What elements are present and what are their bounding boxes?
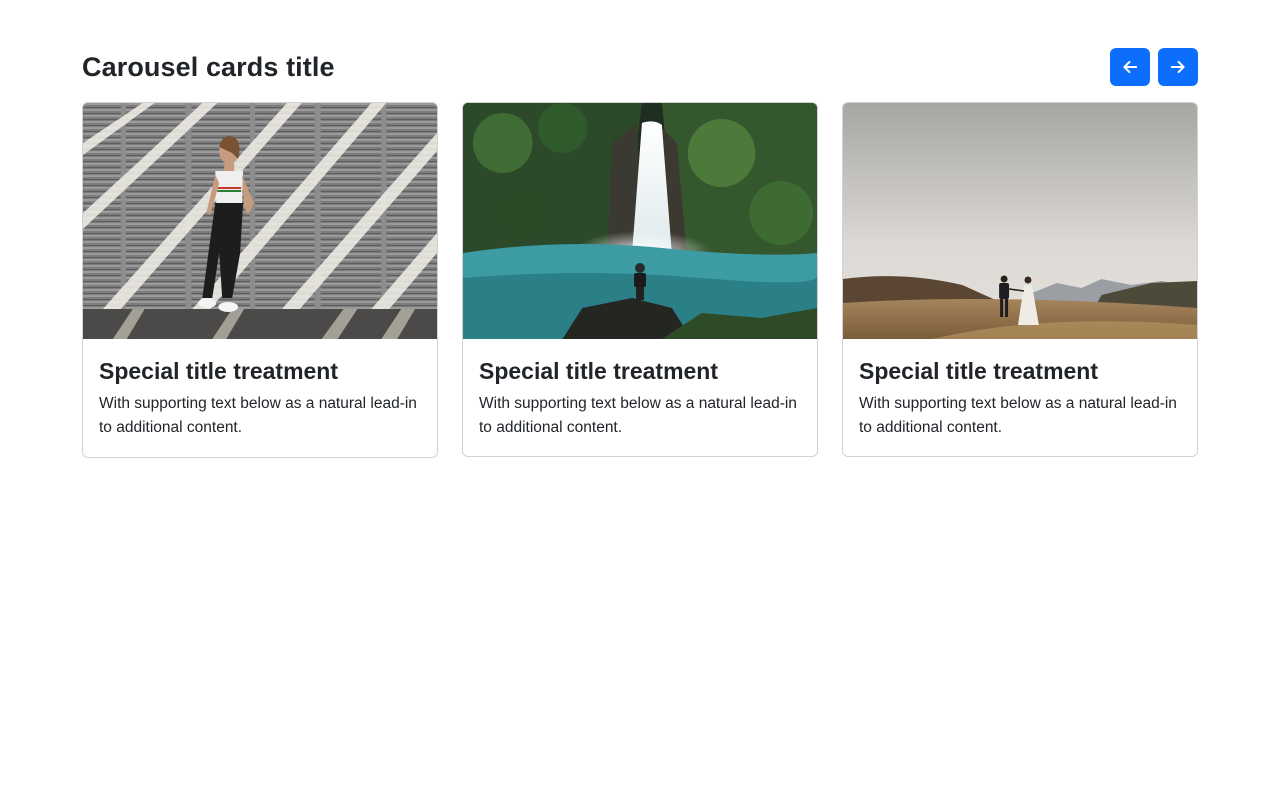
card-title: Special title treatment — [479, 358, 719, 384]
prev-button[interactable] — [1110, 48, 1150, 86]
card-text: With supporting text below as a natural … — [99, 395, 417, 436]
carousel-card[interactable]: Special title treatment With supporting … — [462, 102, 818, 457]
card-image — [463, 103, 817, 339]
carousel-card[interactable]: Special title treatment With supporting … — [82, 102, 438, 458]
card-title: Special title treatment — [859, 358, 1099, 384]
carousel-header: Carousel cards title — [82, 48, 1198, 86]
card-title: Special title treatment — [99, 358, 339, 384]
carousel-card[interactable]: Special title treatment With supporting … — [842, 102, 1198, 457]
next-button[interactable] — [1158, 48, 1198, 86]
card-body: Special title treatment With supporting … — [463, 339, 817, 440]
card-image — [83, 103, 437, 339]
carousel-controls — [1110, 48, 1198, 86]
card-text: With supporting text below as a natural … — [479, 395, 797, 436]
carousel-track: Special title treatment With supporting … — [82, 102, 1198, 458]
arrow-right-icon — [1169, 58, 1187, 76]
card-body: Special title treatment With supporting … — [843, 339, 1197, 440]
card-text: With supporting text below as a natural … — [859, 395, 1177, 436]
arrow-left-icon — [1121, 58, 1139, 76]
carousel-title: Carousel cards title — [82, 52, 335, 82]
card-image — [843, 103, 1197, 339]
card-body: Special title treatment With supporting … — [83, 339, 437, 440]
